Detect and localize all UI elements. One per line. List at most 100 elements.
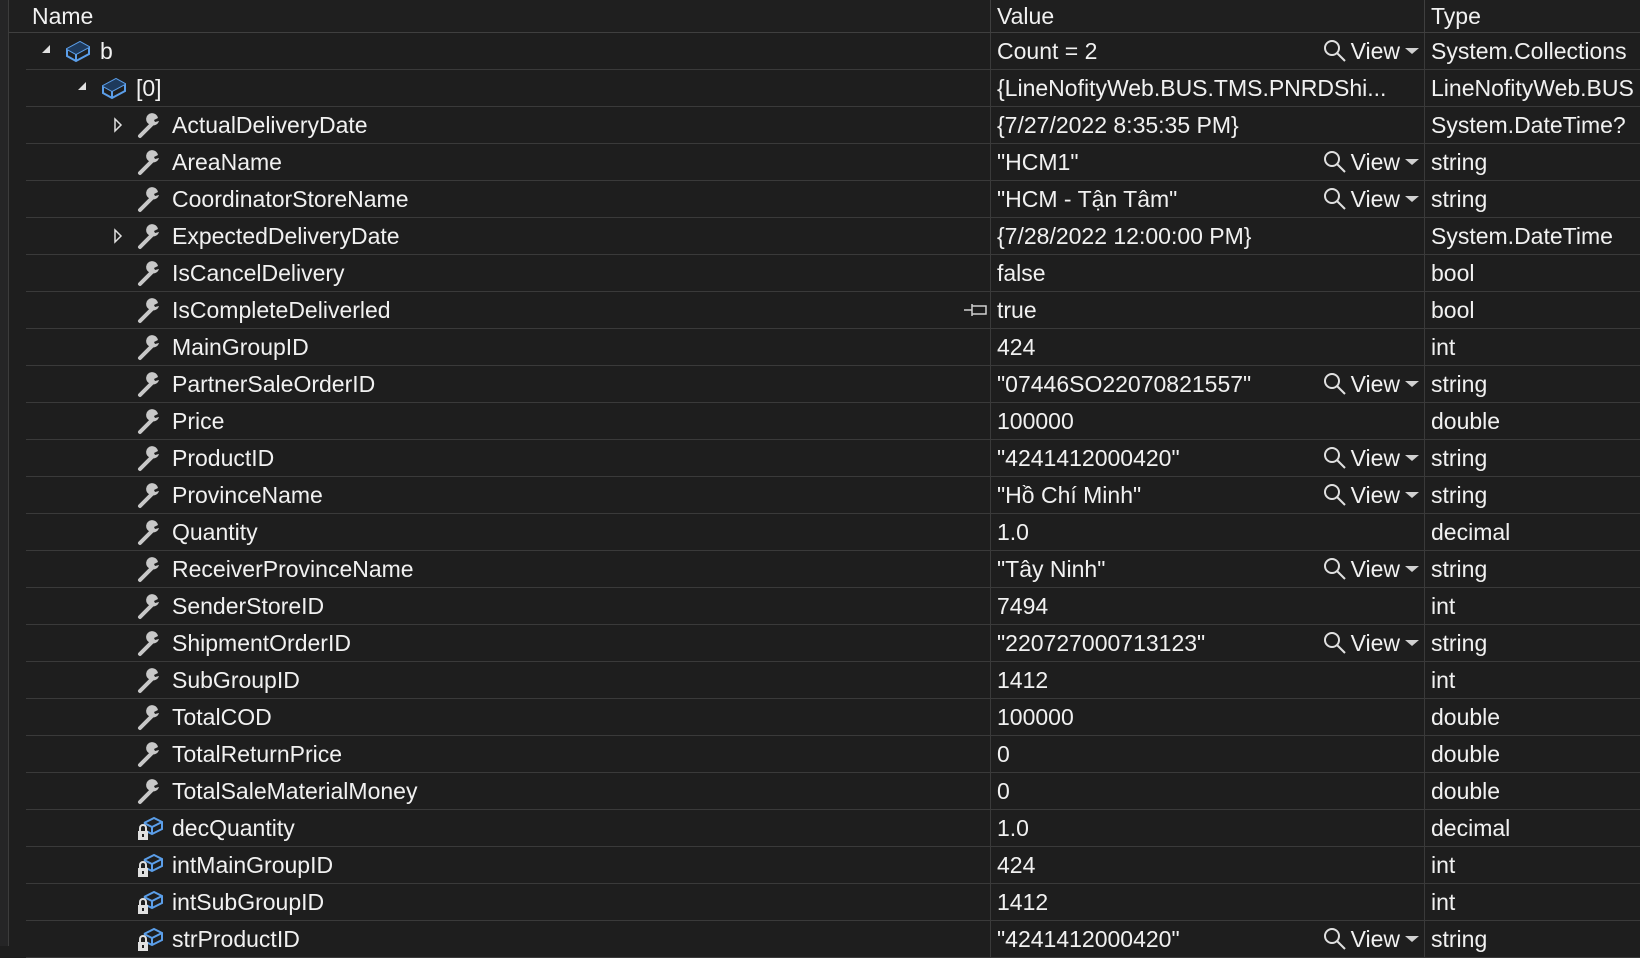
value-cell[interactable]: 1.0: [990, 514, 1424, 550]
tree-row[interactable]: IsCancelDelivery false bool: [26, 255, 1640, 292]
variable-value: {LineNofityWeb.BUS.TMS.PNRDShi...: [997, 75, 1387, 101]
value-cell[interactable]: "Hồ Chí Minh" View: [990, 477, 1424, 513]
property-icon: [136, 407, 164, 435]
value-cell[interactable]: 424: [990, 329, 1424, 365]
value-cell[interactable]: "HCM1" View: [990, 144, 1424, 180]
tree-row[interactable]: decQuantity 1.0 decimal: [26, 810, 1640, 847]
value-cell[interactable]: "07446SO22070821557" View: [990, 366, 1424, 402]
dropdown-arrow-icon[interactable]: [1404, 194, 1420, 204]
name-cell: b: [26, 33, 990, 69]
property-icon: [136, 666, 164, 694]
dropdown-arrow-icon[interactable]: [1404, 490, 1420, 500]
dropdown-arrow-icon[interactable]: [1404, 638, 1420, 648]
tree-row[interactable]: ExpectedDeliveryDate {7/28/2022 12:00:00…: [26, 218, 1640, 255]
column-header-name[interactable]: Name: [26, 0, 991, 32]
type-cell: System.DateTime: [1424, 218, 1640, 254]
column-header-value[interactable]: Value: [990, 0, 1424, 32]
property-icon: [136, 481, 164, 509]
value-cell[interactable]: {7/28/2022 12:00:00 PM}: [990, 218, 1424, 254]
tree-row[interactable]: ReceiverProvinceName "Tây Ninh" View str…: [26, 551, 1640, 588]
value-cell[interactable]: "HCM - Tận Tâm" View: [990, 181, 1424, 217]
name-cell: ActualDeliveryDate: [26, 107, 990, 143]
watch-tree: b Count = 2 View System.Collections [0] …: [26, 33, 1640, 958]
value-cell[interactable]: 100000: [990, 403, 1424, 439]
property-icon: [136, 259, 164, 287]
value-cell[interactable]: "4241412000420" View: [990, 440, 1424, 476]
value-cell[interactable]: 1412: [990, 884, 1424, 920]
view-visualizer-button[interactable]: View: [1323, 625, 1420, 661]
view-visualizer-button[interactable]: View: [1323, 33, 1420, 69]
variable-name: intMainGroupID: [172, 852, 334, 878]
dropdown-arrow-icon[interactable]: [1404, 46, 1420, 56]
dropdown-arrow-icon[interactable]: [1404, 934, 1420, 944]
tree-row[interactable]: PartnerSaleOrderID "07446SO22070821557" …: [26, 366, 1640, 403]
column-header-type[interactable]: Type: [1424, 0, 1640, 32]
tree-row[interactable]: ProductID "4241412000420" View string: [26, 440, 1640, 477]
value-cell[interactable]: true: [990, 292, 1424, 328]
value-cell[interactable]: 7494: [990, 588, 1424, 624]
tree-row[interactable]: Price 100000 double: [26, 403, 1640, 440]
property-icon: [136, 370, 164, 398]
tree-row[interactable]: strProductID "4241412000420" View string: [26, 921, 1640, 958]
property-icon: [136, 222, 164, 250]
type-cell: string: [1424, 921, 1640, 957]
collapsed-arrow-icon[interactable]: [110, 107, 126, 143]
value-cell[interactable]: 100000: [990, 699, 1424, 735]
value-cell[interactable]: 0: [990, 736, 1424, 772]
dropdown-arrow-icon[interactable]: [1404, 453, 1420, 463]
type-cell: double: [1424, 403, 1640, 439]
object-icon: [64, 37, 92, 65]
value-cell[interactable]: "Tây Ninh" View: [990, 551, 1424, 587]
tree-row[interactable]: intSubGroupID 1412 int: [26, 884, 1640, 921]
tree-row[interactable]: SubGroupID 1412 int: [26, 662, 1640, 699]
pin-icon[interactable]: [962, 300, 988, 320]
tree-row[interactable]: SenderStoreID 7494 int: [26, 588, 1640, 625]
tree-row[interactable]: ProvinceName "Hồ Chí Minh" View string: [26, 477, 1640, 514]
tree-row[interactable]: [0] {LineNofityWeb.BUS.TMS.PNRDShi... Li…: [26, 70, 1640, 107]
tree-row[interactable]: b Count = 2 View System.Collections: [26, 33, 1640, 70]
private-field-icon: [136, 925, 164, 953]
type-cell: string: [1424, 440, 1640, 476]
name-cell: IsCompleteDeliverled: [26, 292, 990, 328]
view-visualizer-button[interactable]: View: [1323, 440, 1420, 476]
tree-row[interactable]: intMainGroupID 424 int: [26, 847, 1640, 884]
tree-row[interactable]: TotalSaleMaterialMoney 0 double: [26, 773, 1640, 810]
magnifier-icon: [1323, 151, 1346, 173]
tree-row[interactable]: MainGroupID 424 int: [26, 329, 1640, 366]
name-cell: TotalReturnPrice: [26, 736, 990, 772]
expanded-arrow-icon[interactable]: [74, 70, 90, 106]
value-cell[interactable]: 424: [990, 847, 1424, 883]
tree-row[interactable]: Quantity 1.0 decimal: [26, 514, 1640, 551]
expanded-arrow-icon[interactable]: [38, 33, 54, 69]
tree-row[interactable]: TotalReturnPrice 0 double: [26, 736, 1640, 773]
value-cell[interactable]: 1.0: [990, 810, 1424, 846]
dropdown-arrow-icon[interactable]: [1404, 564, 1420, 574]
type-cell: string: [1424, 625, 1640, 661]
tree-row[interactable]: CoordinatorStoreName "HCM - Tận Tâm" Vie…: [26, 181, 1640, 218]
tree-row[interactable]: IsCompleteDeliverled true bool: [26, 292, 1640, 329]
tree-row[interactable]: TotalCOD 100000 double: [26, 699, 1640, 736]
view-visualizer-button[interactable]: View: [1323, 181, 1420, 217]
tree-row[interactable]: ActualDeliveryDate {7/27/2022 8:35:35 PM…: [26, 107, 1640, 144]
view-visualizer-button[interactable]: View: [1323, 551, 1420, 587]
view-visualizer-button[interactable]: View: [1323, 921, 1420, 957]
value-cell[interactable]: "220727000713123" View: [990, 625, 1424, 661]
value-cell[interactable]: 0: [990, 773, 1424, 809]
value-cell[interactable]: {LineNofityWeb.BUS.TMS.PNRDShi...: [990, 70, 1424, 106]
value-cell[interactable]: {7/27/2022 8:35:35 PM}: [990, 107, 1424, 143]
view-visualizer-button[interactable]: View: [1323, 144, 1420, 180]
tree-row[interactable]: ShipmentOrderID "220727000713123" View s…: [26, 625, 1640, 662]
value-cell[interactable]: false: [990, 255, 1424, 291]
tree-row[interactable]: AreaName "HCM1" View string: [26, 144, 1640, 181]
variable-name: CoordinatorStoreName: [172, 186, 409, 212]
view-visualizer-button[interactable]: View: [1323, 477, 1420, 513]
dropdown-arrow-icon[interactable]: [1404, 379, 1420, 389]
view-visualizer-button[interactable]: View: [1323, 366, 1420, 402]
value-cell[interactable]: Count = 2 View: [990, 33, 1424, 69]
type-cell: string: [1424, 477, 1640, 513]
collapsed-arrow-icon[interactable]: [110, 218, 126, 254]
variable-name: Quantity: [172, 519, 258, 545]
dropdown-arrow-icon[interactable]: [1404, 157, 1420, 167]
value-cell[interactable]: 1412: [990, 662, 1424, 698]
value-cell[interactable]: "4241412000420" View: [990, 921, 1424, 957]
